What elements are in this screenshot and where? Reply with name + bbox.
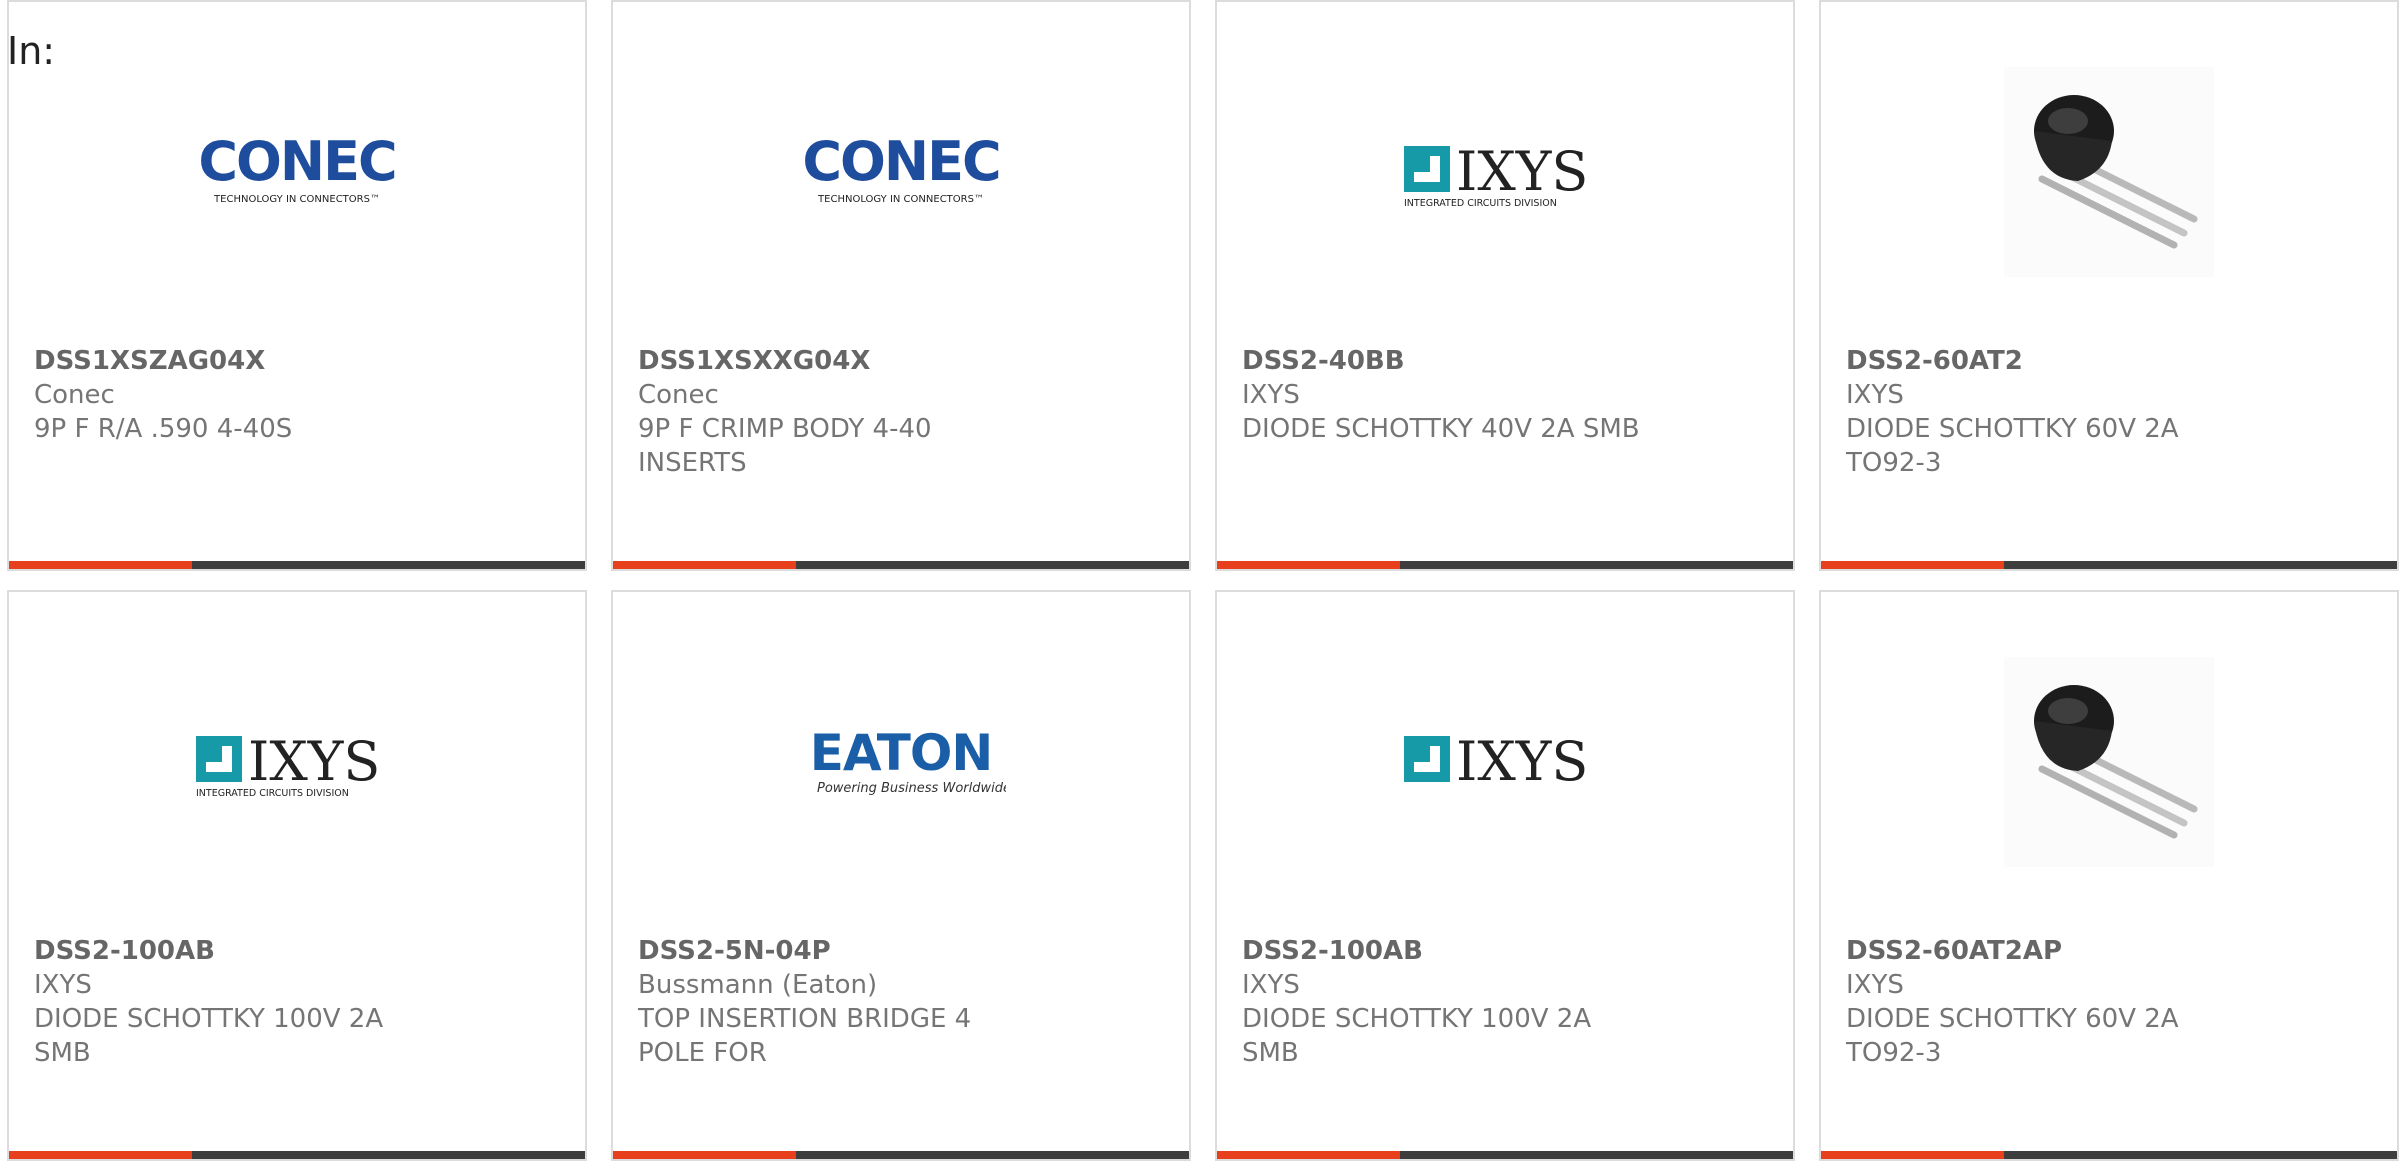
- product-info: DSS2-60AT2AP IXYS DIODE SCHOTTKY 60V 2A …: [1846, 934, 2246, 1070]
- product-info: DSS2-100AB IXYS DIODE SCHOTTKY 100V 2A S…: [1242, 934, 1642, 1070]
- product-manufacturer: IXYS: [1846, 970, 1904, 1000]
- product-manufacturer: Bussmann (Eaton): [638, 970, 878, 1000]
- card-accent-bar: [9, 561, 192, 569]
- product-info: DSS2-60AT2 IXYS DIODE SCHOTTKY 60V 2A TO…: [1846, 344, 2246, 480]
- product-info: DSS1XSXXG04X Conec 9P F CRIMP BODY 4-40 …: [638, 344, 1038, 480]
- product-card[interactable]: CONEC TECHNOLOGY IN CONNECTORS™ DSS1XSXX…: [611, 0, 1191, 571]
- product-info: DSS1XSZAG04X Conec 9P F R/A .590 4-40S: [34, 344, 434, 446]
- card-accent-bar: [1217, 561, 1400, 569]
- svg-text:TECHNOLOGY IN CONNECTORS™: TECHNOLOGY IN CONNECTORS™: [213, 194, 380, 205]
- card-bottom-bar: [613, 561, 1189, 569]
- product-manufacturer: Conec: [638, 380, 719, 410]
- conec-logo-image: CONEC TECHNOLOGY IN CONNECTORS™: [613, 62, 1189, 282]
- svg-text:IXYS: IXYS: [248, 730, 380, 793]
- svg-text:EATON: EATON: [810, 724, 992, 782]
- card-bottom-bar: [9, 1151, 585, 1159]
- ixys-logo-image: IXYS INTEGRATED CIRCUITS DIVISION: [9, 652, 585, 872]
- product-description: DIODE SCHOTTKY 40V 2A SMB: [1242, 414, 1640, 444]
- product-description: DIODE SCHOTTKY 60V 2A TO92-3: [1846, 1004, 2179, 1068]
- ixys-logo-image: IXYS INTEGRATED CIRCUITS DIVISION: [1217, 62, 1793, 282]
- product-description: 9P F CRIMP BODY 4-40 INSERTS: [638, 414, 932, 478]
- card-bottom-bar: [1821, 561, 2397, 569]
- product-description: TOP INSERTION BRIDGE 4 POLE FOR: [638, 1004, 972, 1068]
- card-bottom-bar: [9, 561, 585, 569]
- product-manufacturer: IXYS: [1242, 970, 1300, 1000]
- product-card[interactable]: DSS2-60AT2 IXYS DIODE SCHOTTKY 60V 2A TO…: [1819, 0, 2399, 571]
- svg-text:CONEC: CONEC: [198, 132, 395, 193]
- card-bottom-bar: [613, 1151, 1189, 1159]
- product-info: DSS2-5N-04P Bussmann (Eaton) TOP INSERTI…: [638, 934, 1038, 1070]
- card-accent-bar: [1821, 1151, 2004, 1159]
- product-part-number[interactable]: DSS2-100AB: [34, 934, 434, 968]
- svg-text:IXYS: IXYS: [1456, 730, 1588, 793]
- svg-text:IXYS: IXYS: [1456, 140, 1588, 203]
- product-card[interactable]: EATON Powering Business Worldwide DSS2-5…: [611, 590, 1191, 1161]
- svg-text:Powering Business Worldwide: Powering Business Worldwide: [817, 781, 1006, 796]
- card-accent-bar: [613, 1151, 796, 1159]
- to92-transistor-image: [1821, 62, 2397, 282]
- card-accent-bar: [1821, 561, 2004, 569]
- product-description: DIODE SCHOTTKY 60V 2A TO92-3: [1846, 414, 2179, 478]
- ixys-logo-image: IXYS: [1217, 652, 1793, 872]
- card-bottom-bar: [1217, 1151, 1793, 1159]
- product-description: DIODE SCHOTTKY 100V 2A SMB: [1242, 1004, 1592, 1068]
- card-bottom-bar: [1821, 1151, 2397, 1159]
- card-bottom-bar: [1217, 561, 1793, 569]
- product-manufacturer: IXYS: [1242, 380, 1300, 410]
- product-manufacturer: IXYS: [1846, 380, 1904, 410]
- product-description: 9P F R/A .590 4-40S: [34, 414, 293, 444]
- filter-label: In:: [7, 29, 56, 73]
- product-manufacturer: Conec: [34, 380, 115, 410]
- product-part-number[interactable]: DSS2-5N-04P: [638, 934, 1038, 968]
- card-accent-bar: [613, 561, 796, 569]
- product-part-number[interactable]: DSS2-100AB: [1242, 934, 1642, 968]
- svg-text:CONEC: CONEC: [802, 132, 999, 193]
- product-info: DSS2-40BB IXYS DIODE SCHOTTKY 40V 2A SMB: [1242, 344, 1642, 446]
- product-manufacturer: IXYS: [34, 970, 92, 1000]
- card-accent-bar: [9, 1151, 192, 1159]
- eaton-logo-image: EATON Powering Business Worldwide: [613, 652, 1189, 872]
- product-card[interactable]: IXYS DSS2-100AB IXYS DIODE SCHOTTKY 100V…: [1215, 590, 1795, 1161]
- to92-transistor-image: [1821, 652, 2397, 872]
- svg-text:TECHNOLOGY IN CONNECTORS™: TECHNOLOGY IN CONNECTORS™: [817, 194, 984, 205]
- product-part-number[interactable]: DSS2-40BB: [1242, 344, 1642, 378]
- card-accent-bar: [1217, 1151, 1400, 1159]
- product-card[interactable]: IXYS INTEGRATED CIRCUITS DIVISION DSS2-4…: [1215, 0, 1795, 571]
- product-part-number[interactable]: DSS2-60AT2: [1846, 344, 2246, 378]
- product-card[interactable]: DSS2-60AT2AP IXYS DIODE SCHOTTKY 60V 2A …: [1819, 590, 2399, 1161]
- product-info: DSS2-100AB IXYS DIODE SCHOTTKY 100V 2A S…: [34, 934, 434, 1070]
- svg-text:INTEGRATED CIRCUITS DIVISION: INTEGRATED CIRCUITS DIVISION: [1404, 198, 1557, 209]
- product-card[interactable]: CONEC TECHNOLOGY IN CONNECTORS™ DSS1XSZA…: [7, 0, 587, 571]
- product-grid: CONEC TECHNOLOGY IN CONNECTORS™ DSS1XSZA…: [7, 0, 2400, 1161]
- product-part-number[interactable]: DSS2-60AT2AP: [1846, 934, 2246, 968]
- svg-text:INTEGRATED CIRCUITS DIVISION: INTEGRATED CIRCUITS DIVISION: [196, 788, 349, 799]
- conec-logo-image: CONEC TECHNOLOGY IN CONNECTORS™: [9, 62, 585, 282]
- product-part-number[interactable]: DSS1XSXXG04X: [638, 344, 1038, 378]
- product-card[interactable]: IXYS INTEGRATED CIRCUITS DIVISION DSS2-1…: [7, 590, 587, 1161]
- product-part-number[interactable]: DSS1XSZAG04X: [34, 344, 434, 378]
- product-description: DIODE SCHOTTKY 100V 2A SMB: [34, 1004, 384, 1068]
